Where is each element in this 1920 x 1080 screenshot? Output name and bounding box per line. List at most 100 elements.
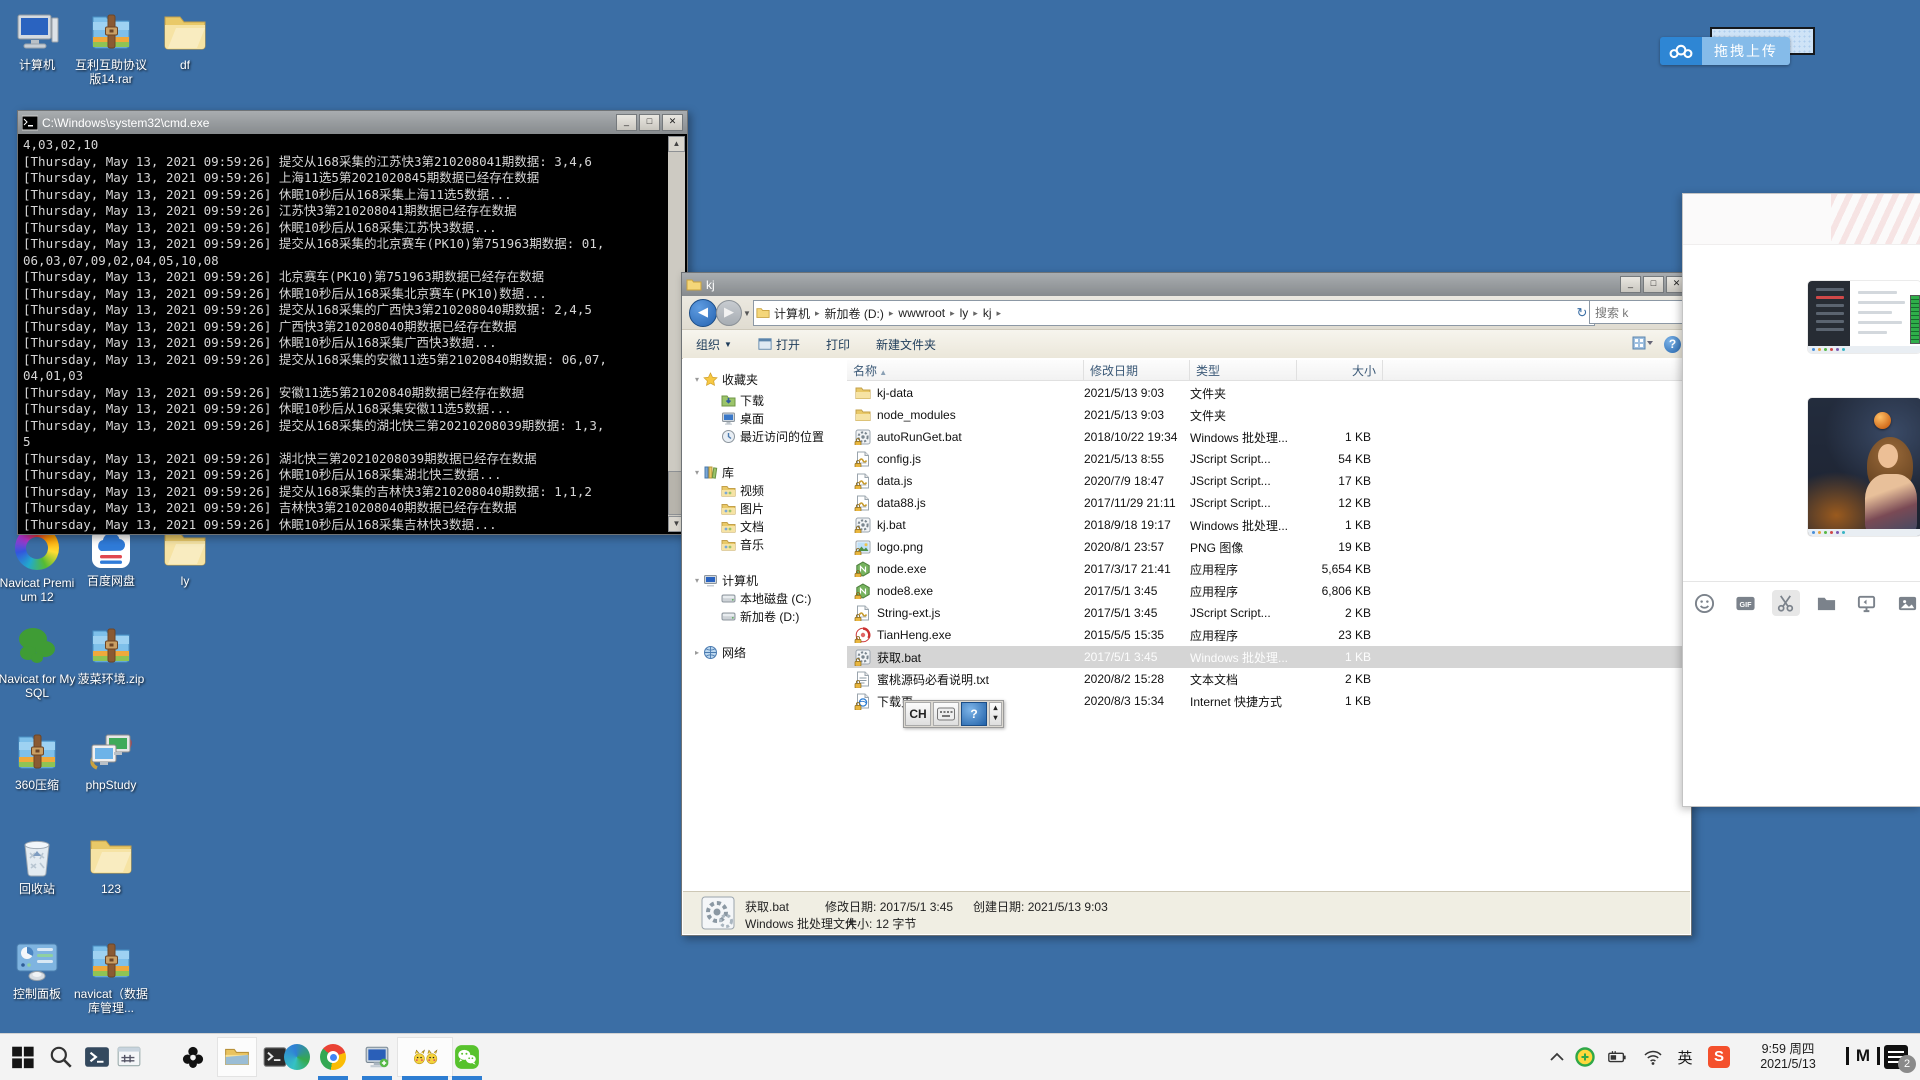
breadcrumb-segment[interactable]: kj [979,306,996,320]
file-explorer[interactable] [222,1041,252,1073]
new-folder-button[interactable]: 新建文件夹 [876,336,936,353]
file-folder-button[interactable] [1813,590,1841,616]
open-button[interactable]: 打开 [758,336,800,353]
sidebar-item[interactable]: 图片 [683,499,764,517]
desktop-icon[interactable]: 互利互助协议版14.rar [72,8,150,86]
tray-ime-indicator[interactable]: 英 [1672,1042,1698,1072]
file-row[interactable]: node8.exe2017/5/1 3:45应用程序6,806 KB [847,580,1690,602]
ime-help-icon[interactable]: ? [961,702,987,726]
powershell-app[interactable] [82,1041,112,1073]
help-icon[interactable]: ? [1664,336,1681,353]
desktop-icon[interactable]: 控制面板 [0,937,76,1001]
history-dropdown-icon[interactable]: ▼ [743,309,751,318]
expand-arrow-icon[interactable]: ▾ [691,576,703,585]
close-button[interactable]: ✕ [662,114,683,131]
expand-arrow-icon[interactable]: ▾ [691,375,703,384]
ime-lang-button[interactable]: CH [905,702,931,726]
desktop-icon[interactable]: navicat（数据库管理... [72,937,150,1015]
breadcrumb[interactable]: 计算机▸新加卷 (D:)▸wwwroot▸ly▸kj▸ ↻ [753,300,1595,326]
cmd-titlebar[interactable]: C:\Windows\system32\cmd.exe _ □ ✕ [18,111,687,134]
scroll-up-icon[interactable]: ▲ [668,136,685,152]
start-button[interactable] [8,1041,38,1073]
sent-image-photo[interactable] [1808,398,1920,536]
flower-app[interactable] [178,1041,208,1073]
breadcrumb-segment[interactable]: ly [956,306,973,320]
sidebar-item[interactable]: ▾计算机 [683,571,758,589]
tray-wifi-icon[interactable] [1640,1042,1666,1072]
sidebar-item[interactable]: 下载 [683,391,764,409]
desktop-icon[interactable]: 回收站 [0,832,76,896]
column-header[interactable]: 类型 [1190,360,1297,380]
minimize-button[interactable]: _ [616,114,637,131]
search-button[interactable] [46,1041,76,1073]
sidebar-item[interactable]: 最近访问的位置 [683,427,824,445]
breadcrumb-segment[interactable]: 新加卷 (D:) [821,305,888,322]
maximize-button[interactable]: □ [1643,276,1664,293]
file-row[interactable]: TianHeng.exe2015/5/5 15:35应用程序23 KB [847,624,1690,646]
desktop-icon[interactable]: Navicat for MySQL [0,622,76,700]
screen-share-button[interactable] [1853,590,1881,616]
gif-button[interactable]: GIF [1732,590,1760,616]
sidebar-item[interactable]: 桌面 [683,409,764,427]
window-app[interactable] [114,1041,144,1073]
desktop-icon[interactable]: df [146,8,224,72]
ime-keyboard-icon[interactable] [933,702,959,726]
tray-360-safety-icon[interactable] [1572,1042,1598,1072]
ime-options-icon[interactable]: ▴▾ [989,702,1002,726]
forward-button[interactable]: ▶ [716,300,742,326]
file-row[interactable]: config.js2021/5/13 8:55JScript Script...… [847,448,1690,470]
views-button[interactable] [1632,335,1654,354]
tray-sogou-icon[interactable]: S [1708,1046,1730,1068]
screenshot-button[interactable] [1772,590,1800,616]
desktop-icon[interactable]: Navicat Premium 12 [0,524,76,604]
breadcrumb-separator-icon[interactable]: ▸ [996,308,1003,319]
file-row[interactable]: autoRunGet.bat2018/10/22 19:34Windows 批处… [847,426,1690,448]
sidebar-item[interactable]: ▸网络 [683,643,746,661]
file-row[interactable]: data88.js2017/11/29 21:11JScript Script.… [847,492,1690,514]
search-input[interactable]: 搜索 k [1589,300,1683,324]
column-header[interactable]: 大小 [1297,360,1383,380]
file-row[interactable]: kj-data2021/5/13 9:03文件夹 [847,382,1690,404]
breadcrumb-segment[interactable]: 计算机 [770,305,814,322]
tray-clock[interactable]: 9:59 周四2021/5/13 [1736,1042,1840,1072]
tray-chevron-up-icon[interactable] [1544,1042,1570,1072]
maximize-button[interactable]: □ [639,114,660,131]
file-row[interactable]: 蜜桃源码必看说明.txt2020/8/2 15:28文本文档2 KB [847,668,1690,690]
explorer-titlebar[interactable]: kj _ □ ✕ [682,273,1691,296]
sidebar-item[interactable]: ▾收藏夹 [683,370,758,388]
column-header[interactable]: 修改日期 [1084,360,1190,380]
image-button[interactable] [1894,590,1920,616]
drag-upload-widget[interactable]: 拖拽上传 [1660,37,1790,65]
file-row[interactable]: 获取.bat2017/5/1 3:45Windows 批处理...1 KB [847,646,1690,668]
remote-viewer-app[interactable] [362,1041,392,1073]
breadcrumb-segment[interactable]: wwwroot [894,306,949,320]
print-button[interactable]: 打印 [826,336,850,353]
sidebar-item[interactable]: 新加卷 (D:) [683,607,799,625]
tray-battery-icon[interactable] [1604,1042,1630,1072]
wechat-app[interactable] [452,1041,482,1073]
desktop-icon[interactable]: 123 [72,832,150,896]
file-row[interactable]: data.js2020/7/9 18:47JScript Script...17… [847,470,1690,492]
sidebar-item[interactable]: 视频 [683,481,764,499]
notification-center-icon[interactable]: 2 [1884,1045,1908,1069]
desktop-icon[interactable]: 菠菜环境.zip [72,622,150,686]
minimize-button[interactable]: _ [1620,276,1641,293]
sidebar-item[interactable]: 音乐 [683,535,764,553]
file-row[interactable]: kj.bat2018/9/18 19:17Windows 批处理...1 KB [847,514,1690,536]
sidebar-item[interactable]: ▾库 [683,463,734,481]
file-row[interactable]: String-ext.js2017/5/1 3:45JScript Script… [847,602,1690,624]
column-header[interactable]: 名称 ▲ [847,360,1084,380]
back-button[interactable]: ◀ [689,299,717,327]
emoji-button[interactable] [1691,590,1719,616]
sidebar-item[interactable]: 本地磁盘 (C:) [683,589,811,607]
expand-arrow-icon[interactable]: ▸ [691,648,703,657]
sidebar-item[interactable]: 文档 [683,517,764,535]
file-row[interactable]: node.exe2017/3/17 21:41应用程序5,654 KB [847,558,1690,580]
desktop-icon[interactable]: phpStudy [72,728,150,792]
expand-arrow-icon[interactable]: ▾ [691,468,703,477]
edge-browser[interactable] [282,1041,312,1073]
desktop-icon[interactable]: 计算机 [0,8,76,72]
file-row[interactable]: logo.png2020/8/1 23:57PNG 图像19 KB [847,536,1690,558]
tray-m-logo-icon[interactable]: M [1846,1047,1880,1065]
pikachu-app[interactable] [402,1041,448,1073]
